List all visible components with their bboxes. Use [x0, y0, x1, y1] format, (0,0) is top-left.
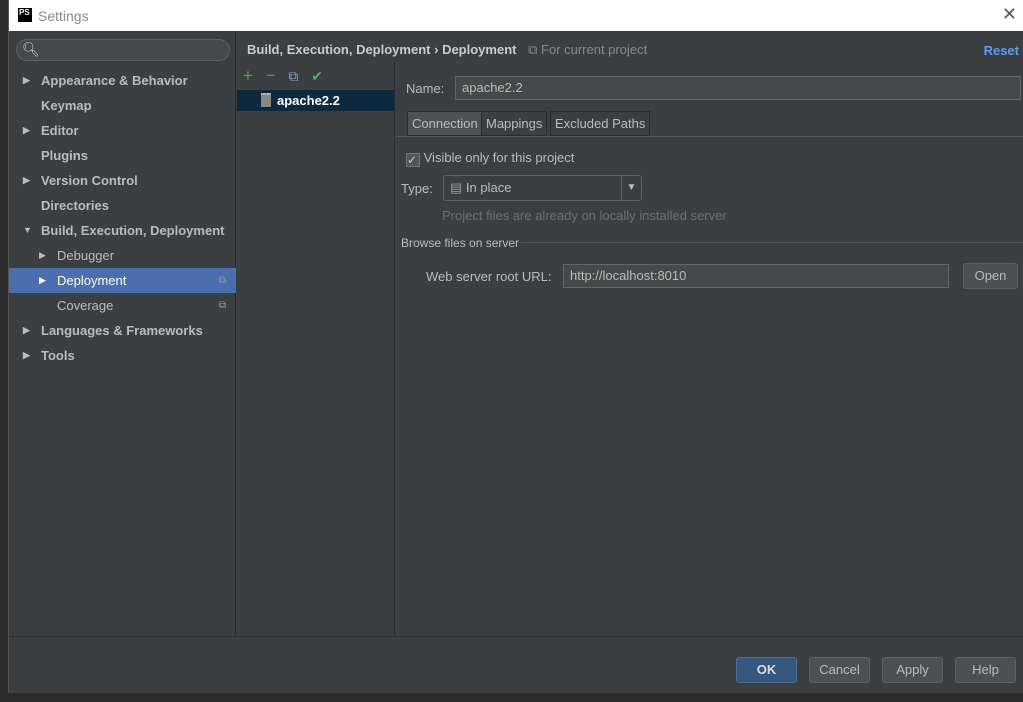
list-item[interactable]: apache2.2	[237, 90, 394, 111]
sidebar-item[interactable]: Coverage ⧉	[9, 293, 236, 318]
visible-only-label: Visible only for this project	[423, 150, 575, 165]
expand-arrow-icon[interactable]: ▶	[23, 118, 30, 143]
open-button[interactable]: Open	[963, 263, 1018, 289]
sidebar-item-label: Keymap	[41, 98, 92, 113]
scope-text: For current project	[541, 42, 648, 57]
sidebar-item[interactable]: ▶ Tools	[9, 343, 236, 368]
sidebar-item-label: Version Control	[41, 173, 138, 188]
apply-button[interactable]: Apply	[882, 657, 943, 683]
expand-arrow-icon[interactable]: ▶	[23, 318, 30, 343]
sidebar-item[interactable]: ▶ Deployment ⧉	[9, 268, 236, 293]
server-icon	[261, 93, 271, 107]
sidebar-item-label: Deployment	[57, 273, 127, 288]
expand-arrow-icon[interactable]: ▶	[23, 343, 30, 368]
cancel-button[interactable]: Cancel	[809, 657, 870, 683]
sidebar-item-label: Build, Execution, Deployment	[41, 223, 225, 238]
sidebar-item-label: Editor	[41, 123, 79, 138]
breadcrumb: Build, Execution, Deployment › Deploymen…	[247, 42, 647, 58]
tab-divider	[396, 136, 1023, 137]
sidebar-item-label: Plugins	[41, 148, 88, 163]
sidebar-item[interactable]: ▼ Build, Execution, Deployment	[9, 218, 236, 243]
breadcrumb-sep: ›	[434, 42, 439, 57]
tab-mappings[interactable]: Mappings	[481, 111, 548, 136]
default-server-icon[interactable]: ✔	[311, 68, 323, 84]
sidebar-item[interactable]: ▶ Editor	[9, 118, 236, 143]
tab-connection[interactable]: Connection	[407, 111, 483, 136]
add-icon[interactable]: +	[243, 66, 253, 85]
help-button[interactable]: Help	[955, 657, 1016, 683]
scope-label: ⧉ For current project	[528, 42, 647, 57]
sidebar-item-label: Appearance & Behavior	[41, 73, 188, 88]
tab-excluded-paths[interactable]: Excluded Paths	[550, 111, 651, 136]
browse-section-title: Browse files on server	[401, 236, 520, 250]
window-title: Settings	[38, 8, 89, 24]
expand-arrow-icon[interactable]: ▶	[39, 243, 46, 268]
breadcrumb-current: Deployment	[442, 42, 517, 57]
expand-arrow-icon[interactable]: ▼	[23, 218, 32, 243]
remove-icon[interactable]: −	[266, 66, 276, 85]
chevron-down-icon: ▼	[621, 176, 641, 200]
section-divider	[521, 242, 1023, 243]
app-logo: PS	[18, 8, 32, 22]
expand-arrow-icon[interactable]: ▶	[23, 168, 30, 193]
type-value: In place	[465, 180, 512, 195]
server-list-panel: + − ⧉ ✔ apache2.2	[237, 62, 395, 636]
settings-dialog: PS Settings ✕ 🔍︎ ▶ Appearance & Behavior K…	[8, 0, 1023, 693]
server-name: apache2.2	[277, 93, 340, 108]
search-input[interactable]: 🔍︎	[16, 39, 230, 61]
expand-arrow-icon[interactable]: ▶	[23, 68, 30, 93]
copy-icon: ⧉	[528, 42, 541, 57]
name-label: Name:	[406, 81, 445, 96]
type-label: Type:	[401, 181, 433, 196]
title-bar: PS Settings ✕	[9, 0, 1023, 31]
sidebar-item[interactable]: Plugins	[9, 143, 236, 168]
sidebar-item[interactable]: ▶ Languages & Frameworks	[9, 318, 236, 343]
copy-icon[interactable]: ⧉	[288, 68, 298, 84]
sidebar-item-label: Debugger	[57, 248, 115, 263]
sidebar-item[interactable]: ▶ Appearance & Behavior	[9, 68, 236, 93]
ok-button[interactable]: OK	[736, 657, 797, 683]
type-select[interactable]: ▤ In place ▼	[443, 175, 642, 201]
sidebar-item[interactable]: ▶ Debugger	[9, 243, 236, 268]
button-bar	[9, 636, 1023, 693]
close-icon[interactable]: ✕	[1002, 4, 1017, 25]
project-scope-icon: ⧉	[218, 300, 226, 311]
breadcrumb-parent[interactable]: Build, Execution, Deployment	[247, 42, 430, 57]
reset-link[interactable]: Reset	[984, 43, 1019, 58]
sidebar-item-label: Languages & Frameworks	[41, 323, 203, 338]
sidebar-item[interactable]: ▶ Version Control	[9, 168, 236, 193]
name-field[interactable]: apache2.2	[455, 76, 1021, 100]
expand-arrow-icon[interactable]: ▶	[39, 268, 46, 293]
project-scope-icon: ⧉	[218, 275, 226, 286]
sidebar-item-label: Directories	[41, 198, 109, 213]
sidebar: 🔍︎ ▶ Appearance & Behavior Keymap ▶ Editor Pl…	[9, 31, 236, 636]
sidebar-item-label: Coverage	[57, 298, 114, 313]
sidebar-item[interactable]: Directories	[9, 193, 236, 218]
visible-only-checkbox[interactable]: ✓ Visible only for this project	[406, 150, 574, 167]
sidebar-item-label: Tools	[41, 348, 75, 363]
sidebar-item[interactable]: Keymap	[9, 93, 236, 118]
url-label: Web server root URL:	[426, 269, 552, 284]
search-icon: 🔍︎	[22, 41, 40, 57]
url-field[interactable]: http://localhost:8010	[563, 264, 949, 288]
type-hint: Project files are already on locally ins…	[442, 208, 727, 223]
checkbox-icon: ✓	[406, 153, 420, 167]
server-icon: ▤	[450, 180, 466, 195]
